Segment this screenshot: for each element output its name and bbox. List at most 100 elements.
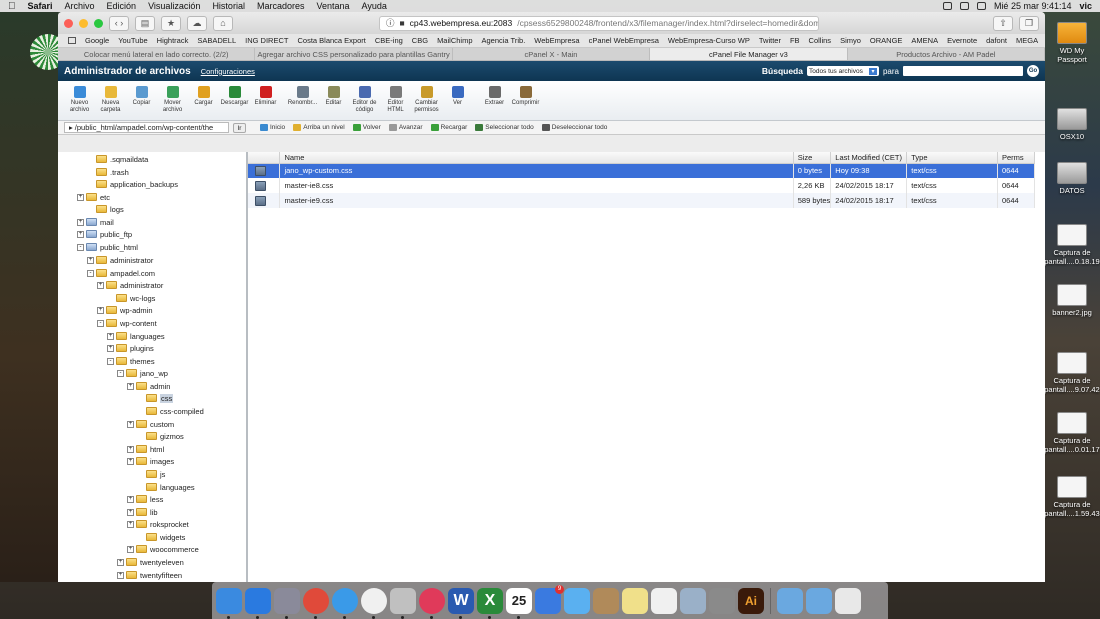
code-editor-button[interactable]: Editor de código: [349, 86, 380, 113]
bookmark-item[interactable]: cPanel WebEmpresa: [589, 36, 659, 45]
tabs-overview-icon[interactable]: ❐: [1019, 15, 1039, 31]
select-all-button[interactable]: Seleccionar todo: [475, 123, 534, 131]
expand-icon[interactable]: +: [77, 218, 84, 226]
desktop-icon-wd-passport[interactable]: WD My Passport: [1044, 22, 1100, 64]
minimize-window-button[interactable]: [79, 18, 88, 28]
tree-folder-item[interactable]: languages: [137, 481, 195, 493]
compress-button[interactable]: Comprimir: [510, 86, 541, 107]
table-row[interactable]: jano_wp-custom.css 0 bytes Hoy 09:38 text/c…: [248, 163, 1035, 178]
app-store-icon[interactable]: [245, 587, 271, 619]
copy-button[interactable]: Copiar: [126, 86, 157, 107]
table-row[interactable]: master-ie9.css 589 bytes 24/02/2015 18:17 t…: [248, 193, 1035, 208]
browser-tab[interactable]: Productos Archivo - AM Padel: [848, 48, 1045, 60]
search-scope-select[interactable]: Todos tus archivos ▾: [806, 66, 879, 76]
path-input[interactable]: ▸/public_html/ampadel.com/wp-content/the: [64, 122, 229, 133]
tree-folder-item[interactable]: + public_ftp: [77, 228, 132, 240]
stickies-icon[interactable]: [651, 587, 677, 614]
forward-button[interactable]: Avanzar: [388, 123, 423, 131]
desktop-icon-screenshot-3[interactable]: Captura de pantall....0.01.17: [1044, 412, 1100, 454]
expand-icon[interactable]: +: [127, 420, 134, 428]
clock-icon[interactable]: [361, 587, 387, 619]
bookmark-item[interactable]: SABADELL: [197, 36, 236, 45]
collapse-icon[interactable]: -: [117, 369, 124, 377]
expand-icon[interactable]: +: [127, 457, 134, 465]
trash-icon[interactable]: [835, 587, 861, 614]
expand-icon[interactable]: +: [97, 306, 104, 314]
browser-tab[interactable]: cPanel X - Main: [453, 48, 651, 60]
collapse-icon[interactable]: -: [87, 269, 94, 277]
expand-icon[interactable]: +: [77, 230, 84, 238]
move-file-button[interactable]: Mover archivo: [157, 86, 188, 113]
bookmark-item[interactable]: Twitter: [759, 36, 781, 45]
calendar-icon[interactable]: 25: [506, 587, 532, 619]
tree-folder-item[interactable]: + admin: [127, 380, 170, 392]
bookmark-item[interactable]: WebEmpresa: [534, 36, 579, 45]
home-nav-button[interactable]: Inicio: [260, 123, 285, 131]
tree-folder-item[interactable]: + twentyeleven: [117, 556, 184, 568]
view-button[interactable]: Ver: [442, 86, 473, 107]
zoom-window-button[interactable]: [94, 18, 103, 28]
tree-folder-item[interactable]: - ampadel.com: [87, 267, 155, 279]
bookmarks-grid-icon[interactable]: [68, 37, 76, 44]
bookmark-item[interactable]: MEGA: [1016, 36, 1038, 45]
tree-folder-item[interactable]: + custom: [127, 418, 174, 430]
home-icon[interactable]: ⌂: [213, 15, 233, 31]
bookmark-item[interactable]: FB: [790, 36, 800, 45]
expand-icon[interactable]: +: [127, 520, 134, 528]
expand-icon[interactable]: +: [77, 193, 84, 201]
apple-menu-icon[interactable]: : [8, 1, 16, 12]
browser-tab[interactable]: Colocar menú lateral en lado correcto. (…: [58, 48, 256, 60]
tree-folder-item[interactable]: + languages: [107, 330, 165, 342]
search-go-button[interactable]: Go: [1027, 65, 1039, 77]
finder-icon[interactable]: [216, 587, 242, 619]
tree-folder-item[interactable]: application_backups: [87, 178, 178, 190]
bookmark-item[interactable]: Hightrack: [157, 36, 189, 45]
tree-folder-item[interactable]: +twentyfourteen: [117, 581, 189, 582]
desktop-icon-screenshot-1[interactable]: Captura de pantall....0.18.19: [1044, 224, 1100, 266]
table-row[interactable]: master-ie8.css 2,26 KB 24/02/2015 18:17 tex…: [248, 178, 1035, 193]
notes-icon[interactable]: [622, 587, 648, 614]
tree-folder-item[interactable]: + html: [127, 443, 164, 455]
contacts-icon[interactable]: [593, 587, 619, 614]
sidebar-toggle-icon[interactable]: ▤: [135, 15, 155, 31]
column-header-type[interactable]: Type: [906, 152, 998, 164]
bookmark-item[interactable]: WebEmpresa-Curso WP: [668, 36, 750, 45]
expand-icon[interactable]: +: [107, 332, 114, 340]
column-header-modified[interactable]: Last Modified (CET): [830, 152, 908, 164]
change-permissions-button[interactable]: Cambiar permisos: [411, 86, 442, 113]
icloud-icon[interactable]: ☁: [187, 15, 207, 31]
bookmark-item[interactable]: CBE-ing: [375, 36, 403, 45]
tree-folder-item[interactable]: - wp-content: [97, 317, 157, 329]
tree-folder-item[interactable]: css: [137, 392, 174, 404]
back-button[interactable]: Volver: [352, 123, 381, 131]
expand-icon[interactable]: +: [87, 256, 94, 264]
tree-folder-item[interactable]: + wp-admin: [97, 304, 153, 316]
tree-folder-item[interactable]: gizmos: [137, 430, 184, 442]
chrome-icon[interactable]: [303, 587, 329, 619]
bookmark-item[interactable]: MailChimp: [437, 36, 472, 45]
tree-folder-item[interactable]: - jano_wp: [117, 367, 168, 379]
top-sites-icon[interactable]: ★: [161, 15, 181, 31]
bookmark-item[interactable]: ING DIRECT: [245, 36, 288, 45]
tree-folder-item[interactable]: logs: [87, 203, 124, 215]
desktop-icon-datos[interactable]: DATOS: [1044, 162, 1100, 195]
expand-icon[interactable]: +: [127, 545, 134, 553]
tree-folder-item[interactable]: widgets: [137, 531, 185, 543]
word-icon[interactable]: W: [448, 587, 474, 619]
tree-folder-item[interactable]: + mail: [77, 216, 114, 228]
bookmark-item[interactable]: AMENA: [911, 36, 938, 45]
bookmark-item[interactable]: YouTube: [118, 36, 147, 45]
desktop-icon-banner2[interactable]: banner2.jpg: [1044, 284, 1100, 317]
expand-icon[interactable]: +: [97, 281, 104, 289]
deselect-all-button[interactable]: Deseleccionar todo: [541, 123, 607, 131]
system-preferences-icon[interactable]: [709, 587, 735, 614]
collapse-icon[interactable]: -: [97, 319, 104, 327]
expand-icon[interactable]: +: [117, 558, 124, 566]
documents-folder-icon[interactable]: [806, 587, 832, 614]
search-input[interactable]: [903, 66, 1023, 76]
menubar-clock[interactable]: Mié 25 mar 9:41:14: [994, 1, 1072, 11]
up-level-button[interactable]: Arriba un nivel: [293, 123, 345, 131]
share-icon[interactable]: ⇧: [993, 15, 1013, 31]
bookmark-item[interactable]: dafont: [986, 36, 1007, 45]
close-window-button[interactable]: [64, 18, 73, 28]
